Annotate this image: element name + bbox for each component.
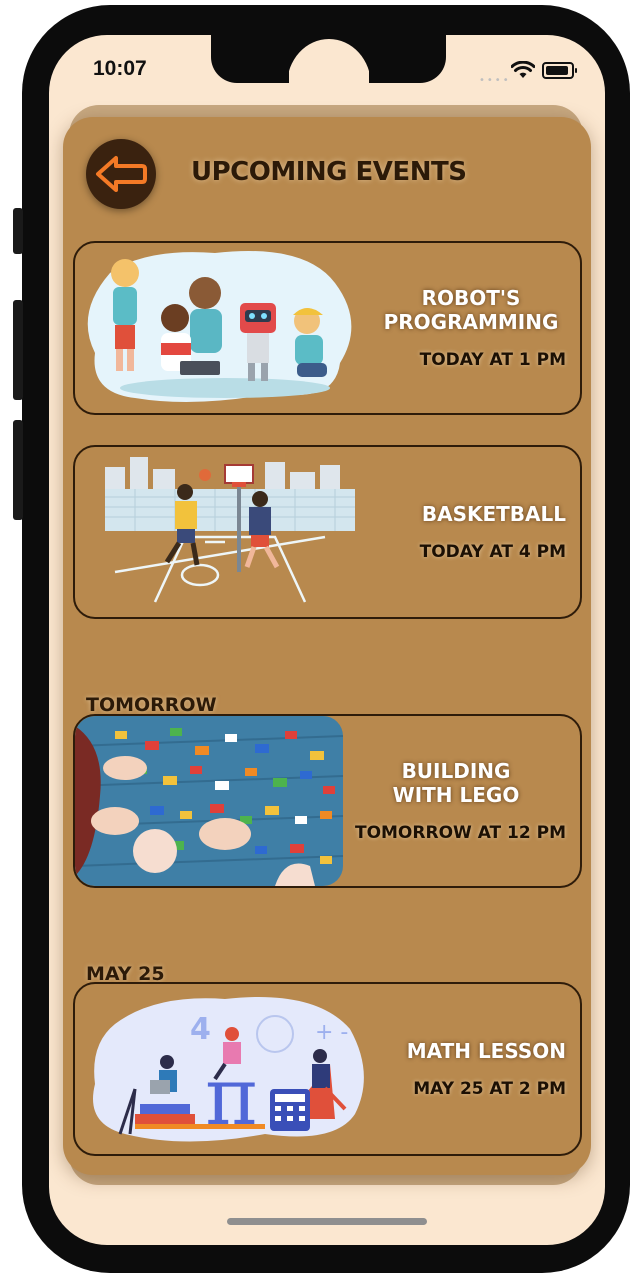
status-time: 10:07 bbox=[93, 57, 147, 80]
volume-down-button bbox=[13, 420, 23, 520]
event-time: TODAY AT 1 PM bbox=[419, 350, 566, 370]
svg-text:4: 4 bbox=[190, 1012, 211, 1047]
kids-robot-illustration bbox=[87, 251, 352, 402]
event-title: ROBOT'S PROGRAMMING bbox=[383, 286, 559, 334]
wifi-icon bbox=[511, 61, 535, 78]
event-title: BUILDING WITH LEGO bbox=[392, 759, 520, 807]
event-info: ROBOT'S PROGRAMMING TODAY AT 1 PM bbox=[336, 243, 566, 413]
home-indicator[interactable] bbox=[227, 1218, 427, 1225]
section-label-tomorrow: TOMORROW bbox=[86, 694, 217, 716]
event-time: MAY 25 AT 2 PM bbox=[413, 1079, 566, 1099]
math-lesson-illustration: 4 + - π bbox=[93, 997, 364, 1143]
event-card-robot-programming[interactable]: ROBOT'S PROGRAMMING TODAY AT 1 PM bbox=[73, 241, 582, 415]
event-card-basketball[interactable]: BASKETBALL TODAY AT 4 PM bbox=[73, 445, 582, 619]
event-info: BASKETBALL TODAY AT 4 PM bbox=[336, 447, 566, 617]
basketball-court-illustration bbox=[105, 457, 355, 603]
screen: 10:07 •••• UPCOMING EVENTS ROBOT'S PROGR… bbox=[49, 35, 605, 1245]
page-title: UPCOMING EVENTS bbox=[191, 157, 467, 187]
events-panel: UPCOMING EVENTS ROBOT'S PROGRAMMING TODA… bbox=[63, 117, 591, 1175]
event-time: TODAY AT 4 PM bbox=[419, 542, 566, 562]
event-card-math-lesson[interactable]: 4 + - π MATH LESSON MAY 25 AT 2 PM bbox=[73, 982, 582, 1156]
event-time: TOMORROW AT 12 PM bbox=[354, 823, 566, 843]
event-card-building-with-lego[interactable]: BUILDING WITH LEGO TOMORROW AT 12 PM bbox=[73, 714, 582, 888]
event-info: MATH LESSON MAY 25 AT 2 PM bbox=[336, 984, 566, 1154]
lego-bricks-photo bbox=[75, 716, 343, 886]
event-title: MATH LESSON bbox=[406, 1039, 566, 1063]
event-title: BASKETBALL bbox=[421, 502, 566, 526]
signal-icon: •••• bbox=[479, 75, 511, 86]
mute-switch bbox=[13, 208, 23, 254]
back-button[interactable] bbox=[86, 139, 156, 209]
volume-up-button bbox=[13, 300, 23, 400]
arrow-left-icon bbox=[96, 156, 147, 192]
battery-icon bbox=[542, 62, 577, 79]
event-info: BUILDING WITH LEGO TOMORROW AT 12 PM bbox=[326, 716, 566, 886]
